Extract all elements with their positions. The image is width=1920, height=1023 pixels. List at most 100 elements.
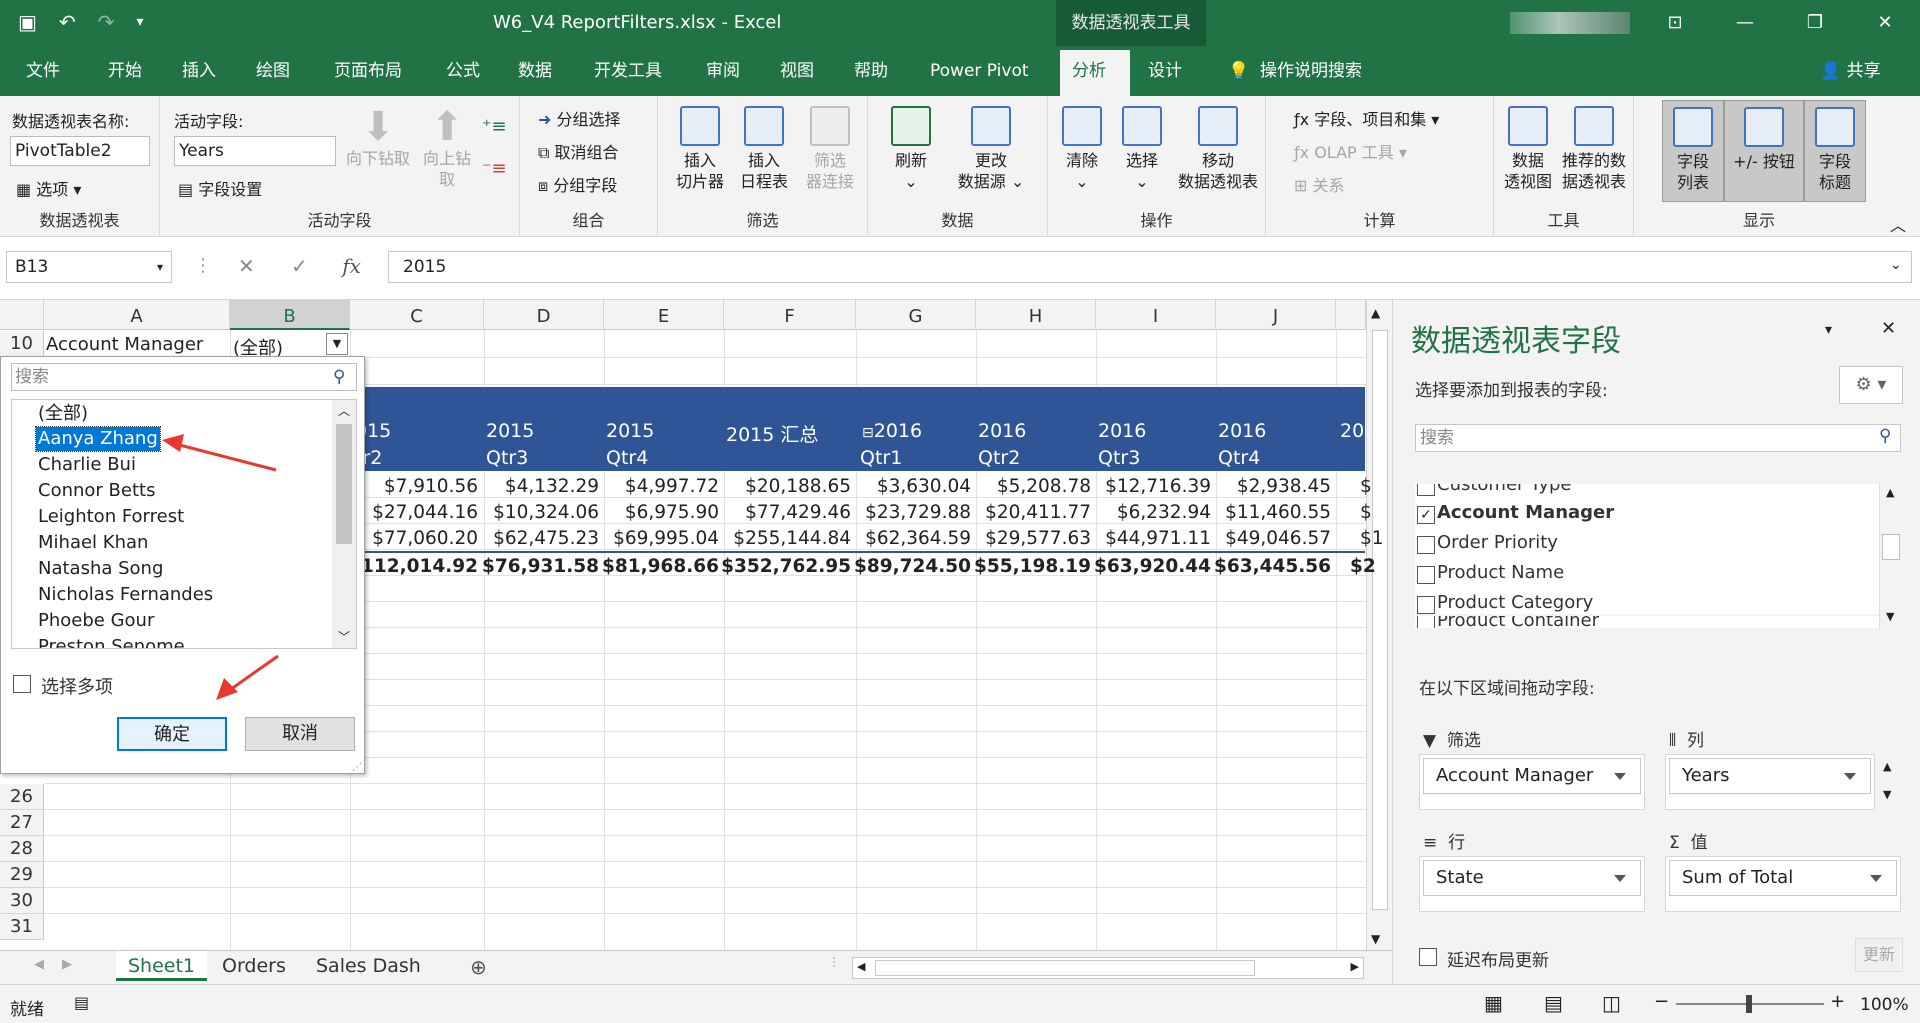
macro-record-icon[interactable]: ▤ [74, 993, 89, 1012]
row-header-30[interactable]: 30 [0, 888, 44, 914]
grand-total-cell[interactable]: $89,724.50 [854, 556, 971, 577]
expand-field-icon[interactable]: ⁺≡ [482, 116, 507, 137]
ribbon-display-icon[interactable]: ⊡ [1640, 0, 1710, 46]
multi-select-checkbox[interactable] [13, 675, 31, 693]
sheet-tab-sheet1[interactable]: Sheet1 [116, 951, 208, 981]
quarter-label[interactable]: Qtr3 [486, 447, 528, 469]
scroll-down-icon[interactable]: ▼ [1883, 788, 1891, 801]
options-button[interactable]: ▦ 选项 ▾ [16, 176, 81, 200]
zoom-slider-thumb[interactable] [1746, 995, 1752, 1013]
row-header-29[interactable]: 29 [0, 862, 44, 888]
pivot-cell-partial[interactable]: $ [1360, 502, 1372, 523]
add-sheet-icon[interactable]: ⊕ [470, 955, 487, 979]
scroll-right-icon[interactable]: ▶ [62, 957, 72, 972]
year-subtotal-label[interactable]: 2015 汇总 [726, 420, 818, 447]
column-header-k[interactable] [1336, 300, 1366, 330]
pivot-name-input[interactable]: PivotTable2 [10, 136, 150, 166]
year-label[interactable]: 2016 [978, 420, 1026, 442]
pivot-cell[interactable]: $69,995.04 [613, 528, 719, 549]
collapse-minus-icon[interactable]: ⊟ [862, 425, 874, 441]
horizontal-scrollbar[interactable]: ◀ ▶ [852, 957, 1364, 979]
field-checkbox[interactable] [1417, 566, 1435, 584]
pivot-cell-partial[interactable]: $1 [1360, 528, 1384, 549]
dropdown-item[interactable]: Connor Betts [36, 479, 157, 503]
grand-total-cell[interactable]: $63,920.44 [1094, 556, 1211, 577]
ok-button[interactable]: 确定 [117, 717, 227, 751]
tab-design[interactable]: 设计 [1136, 46, 1194, 96]
clear-button[interactable]: 清除 ⌄ [1054, 106, 1110, 192]
pivot-cell[interactable]: $3,630.04 [877, 476, 971, 497]
column-header-h[interactable]: H [976, 300, 1096, 330]
ungroup-button[interactable]: ⧉ 取消组合 [538, 139, 619, 163]
scroll-down-icon[interactable]: ▼ [1886, 610, 1894, 623]
column-header-a[interactable]: A [44, 300, 230, 330]
tab-review[interactable]: 审阅 [694, 46, 752, 96]
grand-total-cell[interactable]: $112,014.92 [348, 556, 478, 577]
close-icon[interactable]: ✕ [1881, 318, 1896, 339]
pivot-cell[interactable]: $49,046.57 [1225, 528, 1331, 549]
customize-qat-icon[interactable]: ▾ [136, 10, 143, 34]
pivot-cell[interactable]: $62,475.23 [493, 528, 599, 549]
dropdown-scrollbar[interactable]: ︿ ﹀ [332, 400, 356, 648]
insert-function-icon[interactable]: fx [342, 254, 361, 278]
dropdown-search-input[interactable]: 搜索 [11, 363, 357, 391]
quarter-label[interactable]: Qtr4 [606, 447, 648, 469]
horizontal-scroll-thumb[interactable] [875, 960, 1255, 976]
tab-data[interactable]: 数据 [506, 46, 564, 96]
grand-total-cell[interactable]: $81,968.66 [602, 556, 719, 577]
scroll-left-icon[interactable]: ◀ [857, 960, 865, 973]
pivot-cell[interactable]: $27,044.16 [372, 502, 478, 523]
name-box[interactable]: B13 ▾ [6, 251, 172, 283]
select-button[interactable]: 选择 ⌄ [1114, 106, 1170, 192]
pivot-cell[interactable]: $62,364.59 [865, 528, 971, 549]
scroll-left-icon[interactable]: ◀ [34, 957, 44, 972]
grand-total-cell[interactable]: $63,445.56 [1214, 556, 1331, 577]
value-field-pill[interactable]: Sum of Total [1669, 860, 1897, 896]
dropdown-item-all[interactable]: (全部) [36, 402, 90, 426]
dropdown-item-selected[interactable]: Aanya Zhang [35, 426, 161, 452]
tab-home[interactable]: 开始 [96, 46, 154, 96]
pivot-cell[interactable]: $29,577.63 [985, 528, 1091, 549]
year-label-partial[interactable]: 20 [1340, 420, 1364, 442]
vertical-scrollbar[interactable]: ▲ ▼ [1366, 300, 1392, 950]
dropdown-item[interactable]: Leighton Forrest [36, 505, 186, 529]
column-header-g[interactable]: G [856, 300, 976, 330]
pivot-cell[interactable]: $23,729.88 [865, 502, 971, 523]
column-header-j[interactable]: J [1216, 300, 1336, 330]
pivot-cell[interactable]: $4,132.29 [505, 476, 599, 497]
grand-total-cell[interactable]: $76,931.58 [482, 556, 599, 577]
scroll-down-icon[interactable]: ▼ [1371, 932, 1380, 946]
pivot-cell[interactable]: $44,971.11 [1105, 528, 1211, 549]
dropdown-item[interactable]: Mihael Khan [36, 531, 150, 555]
row-header-27[interactable]: 27 [0, 810, 44, 836]
drill-down-button[interactable]: ⬇ 向下钻取 [340, 106, 416, 169]
row-field-pill[interactable]: State [1423, 860, 1641, 896]
pivot-cell[interactable]: $2,938.45 [1237, 476, 1331, 497]
redo-icon[interactable]: ↷ [98, 10, 115, 34]
row-header-31[interactable]: 31 [0, 914, 44, 940]
update-button[interactable]: 更新 [1855, 938, 1903, 972]
pivot-cell[interactable]: $77,429.46 [745, 502, 851, 523]
close-icon[interactable]: ✕ [1850, 0, 1920, 46]
restore-icon[interactable]: ❐ [1780, 0, 1850, 46]
year-label-2016[interactable]: ⊟2016 [862, 420, 922, 442]
field-item[interactable]: Product Category [1437, 592, 1593, 613]
fields-items-sets-button[interactable]: ƒx 字段、项目和集 ▾ [1294, 106, 1439, 130]
tab-analyze[interactable]: 分析 [1060, 50, 1130, 96]
grand-total-cell[interactable]: $55,198.19 [974, 556, 1091, 577]
pivot-cell[interactable]: $11,460.55 [1225, 502, 1331, 523]
save-icon[interactable]: ▣ [18, 10, 37, 34]
change-data-source-button[interactable]: 更改 数据源 ⌄ [946, 106, 1036, 192]
pivot-cell[interactable]: $10,324.06 [493, 502, 599, 523]
group-field-button[interactable]: ⧈ 分组字段 [538, 172, 617, 196]
dropdown-scroll-thumb[interactable] [336, 424, 352, 544]
resize-grip-icon[interactable]: ⋰ [352, 762, 362, 773]
plus-minus-buttons-toggle[interactable]: +/- 按钮 [1724, 100, 1804, 202]
filter-field-pill[interactable]: Account Manager [1423, 758, 1641, 794]
sheet-tab-orders[interactable]: Orders [210, 951, 298, 981]
year-label[interactable]: 2016 [1218, 420, 1266, 442]
pivotchart-button[interactable]: 数据 透视图 [1500, 106, 1556, 192]
row-header-28[interactable]: 28 [0, 836, 44, 862]
field-checkbox[interactable] [1417, 536, 1435, 554]
relationships-button[interactable]: ⊞ 关系 [1294, 172, 1345, 196]
